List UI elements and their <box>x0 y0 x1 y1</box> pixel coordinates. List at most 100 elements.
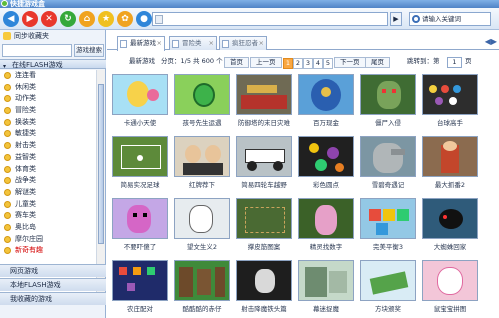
local-flash-section[interactable]: 本地FLASH游戏 <box>0 278 106 291</box>
category-item[interactable]: 动作类 <box>0 93 96 105</box>
game-thumbnail[interactable] <box>112 74 168 115</box>
stop-icon[interactable]: ✕ <box>41 11 57 27</box>
game-card[interactable]: 雪碧奇遇记 <box>357 134 419 194</box>
game-card[interactable]: 不要吓傻了 <box>109 196 171 256</box>
category-item[interactable]: 连连看 <box>0 70 96 82</box>
game-title[interactable]: 孩号先生运遇 <box>171 117 233 127</box>
close-tab-icon[interactable]: × <box>157 37 162 50</box>
game-title[interactable]: 方块颁奖 <box>357 303 419 313</box>
game-thumbnail[interactable] <box>422 136 478 177</box>
game-title[interactable]: 红牌荐下 <box>171 179 233 189</box>
game-thumbnail[interactable] <box>298 260 354 301</box>
my-favorites-section[interactable]: 我收藏的游戏 <box>0 292 106 305</box>
game-card[interactable]: 最大抓番2 <box>419 134 481 194</box>
game-search-button[interactable]: 游戏搜索 <box>74 44 104 57</box>
category-item[interactable]: 体育类 <box>0 164 96 176</box>
tab-1[interactable]: 冒险类 × <box>169 36 217 50</box>
game-title[interactable]: 精灵找数字 <box>295 241 357 251</box>
game-title[interactable]: 简易实况足球 <box>109 179 171 189</box>
close-tab-icon[interactable]: × <box>259 37 264 50</box>
close-tab-icon[interactable]: × <box>209 37 214 50</box>
next-page-button[interactable]: 下一页 <box>334 57 366 68</box>
game-search-input[interactable] <box>2 44 72 57</box>
game-thumbnail[interactable] <box>236 260 292 301</box>
game-card[interactable]: 望文生义2 <box>171 196 233 256</box>
favorite-icon[interactable]: ★ <box>98 11 114 27</box>
game-card[interactable]: 彩色圆点 <box>295 134 357 194</box>
game-thumbnail[interactable] <box>422 260 478 301</box>
game-title[interactable]: 望文生义2 <box>171 241 233 251</box>
sync-favorites[interactable]: 同步收藏夹 <box>0 30 106 42</box>
online-flash-header[interactable]: ▾ 在线FLASH游戏 <box>0 59 106 70</box>
game-thumbnail[interactable] <box>298 74 354 115</box>
web-games-section[interactable]: 网页游戏 <box>0 264 106 277</box>
game-title[interactable]: 雪碧奇遇记 <box>357 179 419 189</box>
game-card[interactable]: 完美平衡3 <box>357 196 419 256</box>
game-card[interactable]: 大蜘蛛回家 <box>419 196 481 256</box>
game-thumbnail[interactable] <box>360 74 416 115</box>
game-thumbnail[interactable] <box>112 136 168 177</box>
game-card[interactable]: 精灵找数字 <box>295 196 357 256</box>
page-number-button[interactable]: 1 <box>283 58 293 69</box>
game-title[interactable]: 完美平衡3 <box>357 241 419 251</box>
game-card[interactable]: 孩号先生运遇 <box>171 72 233 132</box>
settings-icon[interactable]: ✿ <box>117 11 133 27</box>
game-card[interactable]: 僵尸入侵 <box>357 72 419 132</box>
category-item[interactable]: 射击类 <box>0 140 96 152</box>
category-item[interactable]: 敏捷类 <box>0 128 96 140</box>
page-number-button[interactable]: 3 <box>303 58 313 69</box>
game-thumbnail[interactable] <box>422 74 478 115</box>
page-number-button[interactable]: 2 <box>293 58 303 69</box>
game-thumbnail[interactable] <box>236 198 292 239</box>
last-page-button[interactable]: 尾页 <box>365 57 390 68</box>
category-scrollbar[interactable] <box>96 70 105 294</box>
game-thumbnail[interactable] <box>174 260 230 301</box>
category-item[interactable]: 战争类 <box>0 175 96 187</box>
home-icon[interactable]: ⌂ <box>79 11 95 27</box>
game-title[interactable]: 不要吓傻了 <box>109 241 171 251</box>
category-item[interactable]: 冒险类 <box>0 105 96 117</box>
back-icon[interactable]: ◀ <box>3 11 19 27</box>
game-thumbnail[interactable] <box>298 136 354 177</box>
game-title[interactable]: 僵尸入侵 <box>357 117 419 127</box>
game-card[interactable]: 红牌荐下 <box>171 134 233 194</box>
game-card[interactable]: 射击降魔铁头篇 <box>233 258 295 318</box>
first-page-button[interactable]: 首页 <box>224 57 249 68</box>
game-thumbnail[interactable] <box>174 198 230 239</box>
refresh-icon[interactable]: ↻ <box>60 11 76 27</box>
game-card[interactable]: 台球高手 <box>419 72 481 132</box>
game-card[interactable]: 鼠宝宝拼图 <box>419 258 481 318</box>
tab-menu-icon[interactable]: ◀▶ <box>485 37 497 46</box>
category-item[interactable]: 益智类 <box>0 152 96 164</box>
category-item[interactable]: 儿童类 <box>0 199 96 211</box>
game-title[interactable]: 彩色圆点 <box>295 179 357 189</box>
game-card[interactable]: 幕迷捉魔 <box>295 258 357 318</box>
game-title[interactable]: 射击降魔铁头篇 <box>233 303 295 313</box>
game-thumbnail[interactable] <box>236 74 292 115</box>
jump-page-select[interactable]: 1 <box>447 57 462 68</box>
game-card[interactable]: 农庄配对 <box>109 258 171 318</box>
game-thumbnail[interactable] <box>112 198 168 239</box>
game-thumbnail[interactable] <box>422 198 478 239</box>
prev-page-button[interactable]: 上一页 <box>250 57 282 68</box>
game-card[interactable]: 简易四轮车越野 <box>233 134 295 194</box>
game-title[interactable]: 幕迷捉魔 <box>295 303 357 313</box>
category-item[interactable]: 休闲类 <box>0 82 96 94</box>
game-card[interactable]: 酷酷酷的赤仔 <box>171 258 233 318</box>
game-thumbnail[interactable] <box>360 136 416 177</box>
game-thumbnail[interactable] <box>360 260 416 301</box>
game-title[interactable]: 台球高手 <box>419 117 481 127</box>
game-card[interactable]: 简易实况足球 <box>109 134 171 194</box>
game-title[interactable]: 农庄配对 <box>109 303 171 313</box>
game-card[interactable]: 防御塔的末日灾难 <box>233 72 295 132</box>
game-title[interactable]: 大蜘蛛回家 <box>419 241 481 251</box>
game-thumbnail[interactable] <box>174 74 230 115</box>
game-card[interactable]: 撑皮筋图案 <box>233 196 295 256</box>
category-item[interactable]: 换装类 <box>0 117 96 129</box>
category-item[interactable]: 赛车类 <box>0 210 96 222</box>
go-button[interactable]: ▶ <box>390 12 402 26</box>
history-icon[interactable]: ● <box>136 11 152 27</box>
game-thumbnail[interactable] <box>298 198 354 239</box>
game-card[interactable]: 方块颁奖 <box>357 258 419 318</box>
game-title[interactable]: 酷酷酷的赤仔 <box>171 303 233 313</box>
